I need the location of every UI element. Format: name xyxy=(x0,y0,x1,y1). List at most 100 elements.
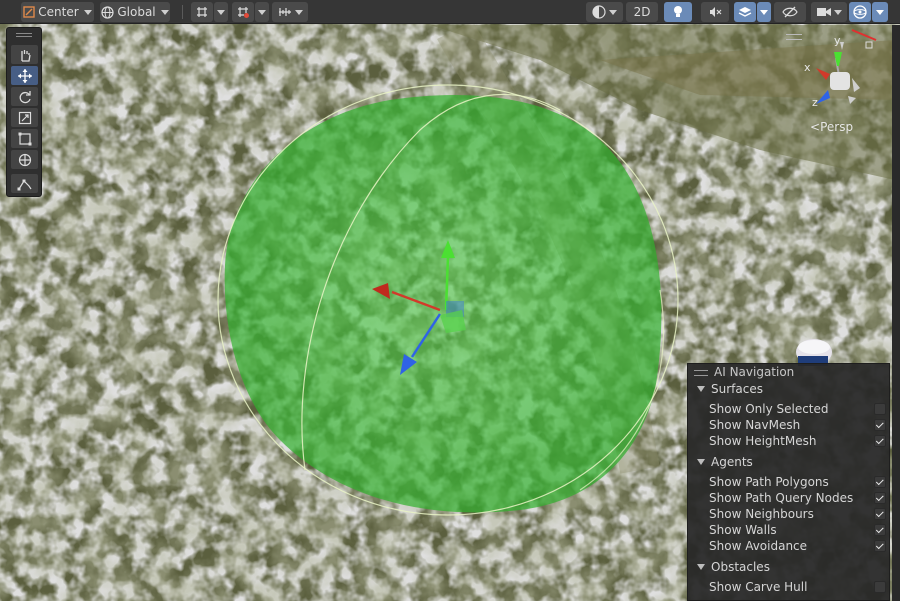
pivot-dropdown[interactable]: Center xyxy=(21,2,94,22)
option-show-path-polygons[interactable]: Show Path Polygons xyxy=(709,474,886,489)
transform-tool-button[interactable] xyxy=(11,150,38,169)
lighting-toggle[interactable] xyxy=(664,2,692,22)
increment-snap-icon xyxy=(238,7,249,18)
chevron-down-icon xyxy=(160,9,169,15)
section-surfaces[interactable]: Surfaces xyxy=(697,382,763,396)
globe-icon xyxy=(101,5,114,19)
rect-transform-icon xyxy=(18,132,31,145)
path-tool-icon xyxy=(17,179,31,190)
pivot-label: Center xyxy=(38,5,79,19)
2d-label: 2D xyxy=(633,5,651,19)
checkbox[interactable] xyxy=(874,580,886,593)
shading-mode-dropdown[interactable] xyxy=(586,2,623,22)
scene-toolbar: Center Global 2D xyxy=(0,0,900,24)
option-label: Show Walls xyxy=(709,522,777,537)
chevron-down-icon xyxy=(760,9,768,15)
checkbox[interactable] xyxy=(874,475,886,488)
panel-grip[interactable] xyxy=(694,370,708,376)
option-label: Show Only Selected xyxy=(709,401,829,416)
space-dropdown[interactable]: Global xyxy=(100,2,170,22)
chevron-down-icon xyxy=(833,9,842,15)
increment-snap-menu[interactable] xyxy=(255,2,269,22)
camera-dropdown[interactable] xyxy=(811,2,847,22)
option-show-navmesh[interactable]: Show NavMesh xyxy=(709,417,886,432)
axis-x-label: x xyxy=(804,61,811,74)
axis-y-label: y xyxy=(834,34,841,47)
projection-label: Persp xyxy=(820,120,854,134)
hand-icon xyxy=(20,49,31,62)
move-tool-button[interactable] xyxy=(11,66,38,85)
chevron-down-icon xyxy=(876,9,884,15)
ruler-button[interactable] xyxy=(272,2,308,22)
foldout-arrow-icon xyxy=(697,386,705,392)
chevron-down-icon xyxy=(609,9,617,15)
axis-x-cone[interactable] xyxy=(816,68,830,80)
section-label: Surfaces xyxy=(711,382,763,396)
option-label: Show Path Query Nodes xyxy=(709,490,854,505)
option-show-carve-hull[interactable]: Show Carve Hull xyxy=(709,579,886,594)
lock-icon[interactable] xyxy=(865,41,873,49)
audio-toggle[interactable] xyxy=(701,2,729,22)
section-agents[interactable]: Agents xyxy=(697,455,753,469)
grid-snap-menu[interactable] xyxy=(214,2,228,22)
ai-navigation-title: AI Navigation xyxy=(714,365,795,379)
hand-tool-button[interactable] xyxy=(11,45,38,64)
rotate-icon xyxy=(19,90,31,103)
option-label: Show Neighbours xyxy=(709,506,814,521)
checkbox[interactable] xyxy=(874,507,886,520)
toolbar-divider xyxy=(182,5,183,19)
gizmos-toggle[interactable] xyxy=(849,2,871,22)
camera-icon xyxy=(816,8,831,16)
option-label: Show HeightMesh xyxy=(709,433,817,448)
space-label: Global xyxy=(117,5,156,19)
option-label: Show Avoidance xyxy=(709,538,808,553)
custom-tool-button[interactable] xyxy=(11,174,38,193)
rotate-tool-button[interactable] xyxy=(11,87,38,106)
effects-menu[interactable] xyxy=(757,2,771,22)
checkbox[interactable] xyxy=(874,491,886,504)
effects-toggle[interactable] xyxy=(734,2,756,22)
option-label: Show NavMesh xyxy=(709,417,801,432)
option-show-walls[interactable]: Show Walls xyxy=(709,522,886,537)
checkbox[interactable] xyxy=(874,402,886,415)
section-label: Agents xyxy=(711,455,753,469)
ai-navigation-overlay: AI Navigation Surfaces Show Only Selecte… xyxy=(687,363,890,601)
gizmo-center-cube[interactable] xyxy=(830,72,850,90)
option-show-heightmesh[interactable]: Show HeightMesh xyxy=(709,433,886,448)
checkbox[interactable] xyxy=(874,434,886,447)
scale-tool-button[interactable] xyxy=(11,108,38,127)
increment-snap-button[interactable] xyxy=(232,2,254,22)
scene-visibility-toggle[interactable] xyxy=(774,2,806,22)
projection-toggle[interactable]: <Persp xyxy=(810,120,853,134)
layers-icon xyxy=(738,7,752,17)
axis-z-label: z xyxy=(812,96,818,109)
checkbox[interactable] xyxy=(874,418,886,431)
checkbox[interactable] xyxy=(874,523,886,536)
option-show-only-selected[interactable]: Show Only Selected xyxy=(709,401,886,416)
foldout-arrow-icon xyxy=(697,459,705,465)
audio-muted-icon xyxy=(710,7,722,17)
grid-snap-icon xyxy=(197,7,207,17)
chevron-left-icon: < xyxy=(810,120,821,134)
tools-overlay xyxy=(6,27,42,197)
panel-grip-line xyxy=(16,36,32,37)
chevron-down-icon xyxy=(258,9,266,15)
section-label: Obstacles xyxy=(711,560,770,574)
chevron-down-icon xyxy=(83,9,92,15)
shading-icon xyxy=(592,5,606,19)
option-label: Show Carve Hull xyxy=(709,579,808,594)
option-show-neighbours[interactable]: Show Neighbours xyxy=(709,506,886,521)
rect-tool-button[interactable] xyxy=(11,129,38,148)
section-obstacles[interactable]: Obstacles xyxy=(697,560,770,574)
axis-z-cone[interactable] xyxy=(816,90,830,104)
checkbox[interactable] xyxy=(874,539,886,552)
option-show-path-query-nodes[interactable]: Show Path Query Nodes xyxy=(709,490,886,505)
gizmos-menu[interactable] xyxy=(872,2,888,22)
option-show-avoidance[interactable]: Show Avoidance xyxy=(709,538,886,553)
2d-mode-button[interactable]: 2D xyxy=(626,2,658,22)
chevron-down-icon xyxy=(217,9,225,15)
grid-snap-button[interactable] xyxy=(191,2,213,22)
scale-icon xyxy=(18,111,31,124)
foldout-arrow-icon xyxy=(697,564,705,570)
eye-hidden-icon xyxy=(782,6,798,18)
